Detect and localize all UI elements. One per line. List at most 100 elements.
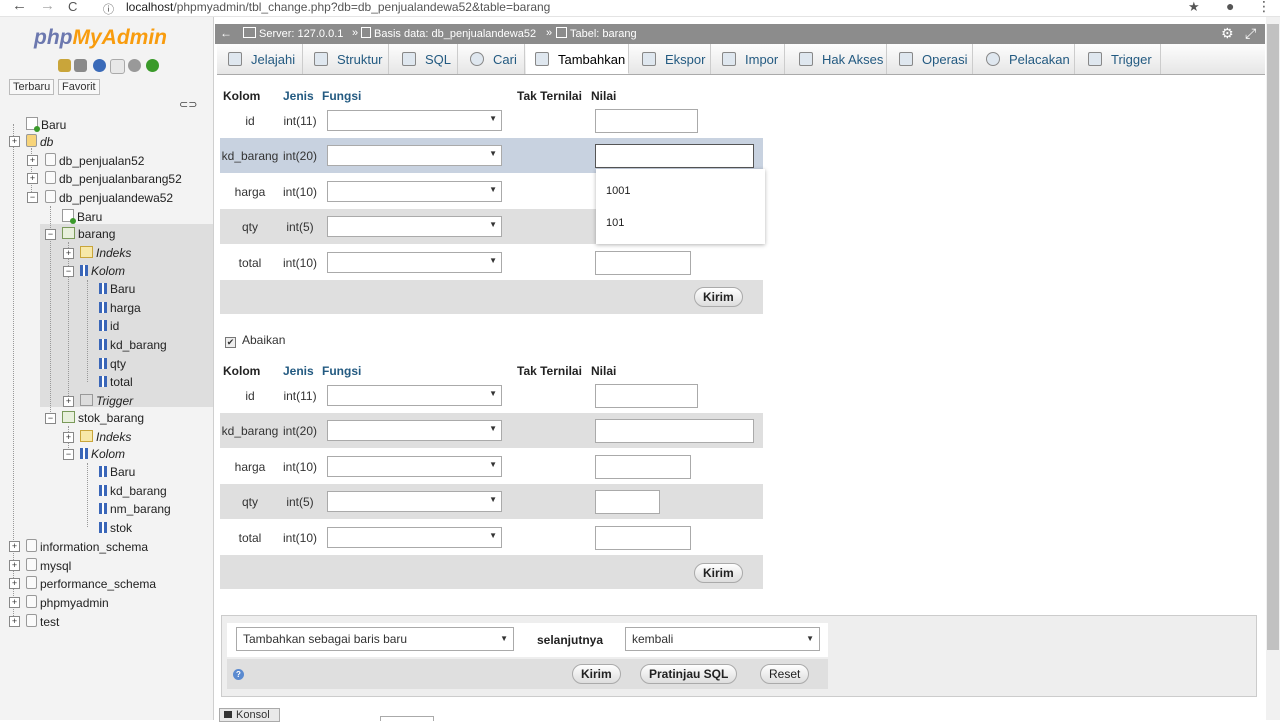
function-select[interactable] (327, 456, 502, 477)
ignore-checkbox[interactable]: ✔ Abaikan (225, 333, 285, 348)
home-icon[interactable] (58, 59, 71, 72)
collapse-icon[interactable]: − (63, 449, 74, 460)
expand-icon[interactable]: + (9, 136, 20, 147)
tree-database[interactable]: information_schema (26, 539, 148, 554)
function-select[interactable] (327, 216, 502, 237)
tree-database[interactable]: performance_schema (26, 576, 156, 591)
function-select[interactable] (327, 491, 502, 512)
tree-database[interactable]: test (26, 614, 59, 629)
tree-table-stok-barang[interactable]: stok_barang (62, 411, 144, 425)
docs-icon[interactable] (110, 59, 125, 74)
tab-import[interactable]: Impor (712, 44, 785, 74)
function-select[interactable] (327, 385, 502, 406)
expand-icon[interactable]: + (9, 541, 20, 552)
tree-new-database[interactable]: Baru (26, 117, 66, 132)
tab-structure[interactable]: Struktur (304, 44, 389, 74)
tree-indexes[interactable]: Indeks (80, 246, 131, 260)
help-icon[interactable] (93, 59, 106, 72)
function-select[interactable] (327, 420, 502, 441)
tab-privileges[interactable]: Hak Akses (786, 44, 887, 74)
tree-database[interactable]: phpmyadmin (26, 595, 109, 610)
preview-sql-button[interactable]: Pratinjau SQL (640, 664, 738, 684)
reload-icon[interactable]: C (68, 0, 77, 14)
expand-icon[interactable]: + (9, 578, 20, 589)
expand-icon[interactable]: + (27, 173, 38, 184)
expand-icon[interactable]: + (9, 597, 20, 608)
recent-tab[interactable]: Terbaru (9, 79, 55, 95)
next-action-select[interactable]: kembali (625, 627, 820, 651)
function-select[interactable] (327, 252, 502, 273)
tree-column[interactable]: Baru (99, 465, 135, 479)
value-input[interactable] (595, 144, 754, 168)
submit-button[interactable]: Kirim (694, 563, 743, 583)
tab-browse[interactable]: Jelajahi (217, 44, 303, 74)
bookmark-star-icon[interactable]: ★ (1188, 0, 1200, 15)
reload-navigation-icon[interactable] (146, 59, 159, 72)
tree-columns[interactable]: Kolom (80, 264, 125, 278)
forward-icon[interactable]: → (40, 0, 55, 14)
tree-column[interactable]: qty (99, 357, 126, 371)
header-type[interactable]: Jenis (283, 364, 314, 378)
tree-database[interactable]: db_penjualanbarang52 (45, 171, 182, 186)
expand-icon[interactable]: + (9, 616, 20, 627)
value-input[interactable] (595, 455, 691, 479)
header-function[interactable]: Fungsi (322, 89, 361, 103)
tree-db-group[interactable]: db (26, 134, 53, 149)
submit-button[interactable]: Kirim (694, 287, 743, 307)
scrollbar-thumb[interactable] (1267, 24, 1279, 650)
url-field[interactable]: localhost/phpmyadmin/tbl_change.php?db=d… (126, 0, 550, 14)
tab-operations[interactable]: Operasi (888, 44, 973, 74)
tree-database[interactable]: db_penjualandewa52 (45, 190, 173, 205)
insert-mode-select[interactable]: Tambahkan sebagai baris baru (236, 627, 514, 651)
breadcrumb-database[interactable]: Basis data: db_penjualandewa52 (361, 27, 536, 40)
console-input[interactable] (380, 716, 434, 721)
favorite-tab[interactable]: Favorit (58, 79, 100, 95)
function-select[interactable] (327, 145, 502, 166)
help-icon[interactable]: ? (233, 669, 244, 680)
expand-icon[interactable]: + (63, 432, 74, 443)
tree-new-table[interactable]: Baru (62, 209, 102, 224)
tree-triggers[interactable]: Trigger (80, 394, 133, 408)
value-input[interactable] (595, 490, 660, 514)
tree-database[interactable]: db_penjualan52 (45, 153, 144, 168)
tree-column[interactable]: Baru (99, 282, 135, 296)
value-input[interactable] (595, 109, 698, 133)
tree-column[interactable]: total (99, 375, 133, 389)
expand-icon[interactable]: + (63, 248, 74, 259)
checkbox-icon[interactable]: ✔ (225, 337, 236, 348)
collapse-icon[interactable]: − (45, 229, 56, 240)
phpmyadmin-logo[interactable]: phpMyAdmin (34, 26, 167, 50)
breadcrumb-server[interactable]: Server: 127.0.0.1 (243, 27, 343, 40)
autocomplete-option[interactable]: 101 (606, 217, 624, 229)
tab-export[interactable]: Ekspor (630, 44, 711, 74)
expand-icon[interactable]: + (9, 560, 20, 571)
collapse-icon[interactable]: ⤢ (1245, 25, 1256, 42)
settings-icon[interactable]: ⚙ (1221, 25, 1234, 42)
tree-column[interactable]: kd_barang (99, 484, 167, 498)
back-icon[interactable]: ← (12, 0, 27, 14)
header-function[interactable]: Fungsi (322, 364, 361, 378)
autocomplete-option[interactable]: 1001 (606, 185, 630, 197)
value-input[interactable] (595, 251, 691, 275)
function-select[interactable] (327, 181, 502, 202)
tree-database[interactable]: mysql (26, 558, 71, 573)
tree-column[interactable]: kd_barang (99, 338, 167, 352)
tree-table-barang[interactable]: barang (62, 227, 115, 241)
tab-triggers[interactable]: Trigger (1076, 44, 1161, 74)
collapse-icon[interactable]: − (45, 413, 56, 424)
function-select[interactable] (327, 527, 502, 548)
tree-column[interactable]: harga (99, 301, 141, 315)
settings-icon[interactable] (128, 59, 141, 72)
tab-tracking[interactable]: Pelacakan (974, 44, 1075, 74)
link-with-main-icon[interactable]: ⊂⊃ (179, 98, 197, 111)
tree-columns[interactable]: Kolom (80, 447, 125, 461)
expand-icon[interactable]: + (63, 396, 74, 407)
collapse-icon[interactable]: − (27, 192, 38, 203)
logout-icon[interactable] (74, 59, 87, 72)
tab-sql[interactable]: SQL (390, 44, 458, 74)
browser-menu-icon[interactable]: ⋮ (1257, 0, 1271, 15)
reset-button[interactable]: Reset (760, 664, 810, 684)
tree-column[interactable]: id (99, 319, 119, 333)
tab-search[interactable]: Cari (459, 44, 525, 74)
tree-column[interactable]: nm_barang (99, 502, 171, 516)
